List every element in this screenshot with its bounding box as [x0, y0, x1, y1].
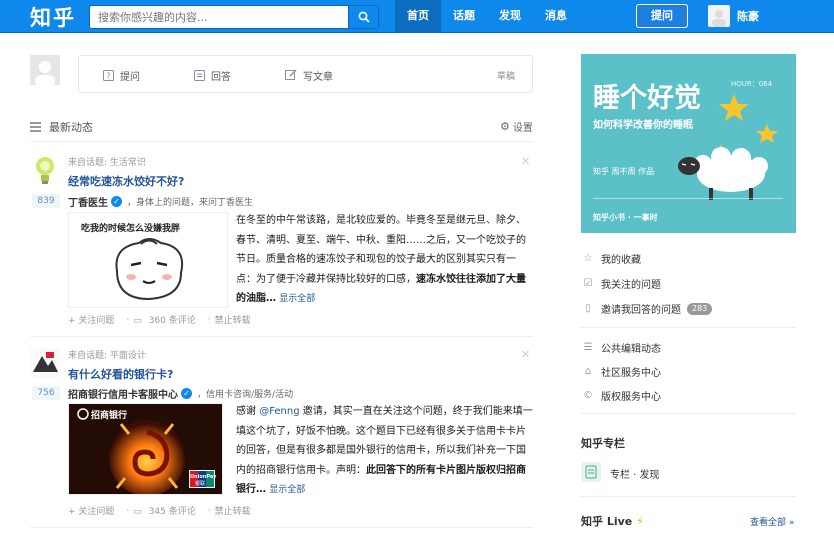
user-menu[interactable]: 陈豪 — [708, 5, 759, 27]
bank-name: 招商银行 — [91, 411, 128, 421]
divider — [30, 141, 533, 142]
divider — [30, 527, 533, 528]
search-input[interactable] — [90, 6, 348, 28]
topic-avatar[interactable] — [30, 155, 60, 185]
promo-author: 知乎 周不周 作品 — [593, 167, 655, 176]
answer-excerpt[interactable]: 感谢 @Fenng 邀请，其实一直在关注这个问题，终于我们能来填一填这个坑了，好… — [236, 402, 534, 501]
question-title[interactable]: 有什么好看的银行卡? — [68, 366, 173, 382]
column-discover-link[interactable]: 专栏 · 发现 — [610, 466, 660, 481]
sidebar-item-public-edits[interactable]: ☰ 公共编辑动态 — [581, 340, 661, 355]
answer-author: 丁香医生 ✓ ，身体上的问题，来问丁香医生 — [68, 194, 253, 209]
compose-write[interactable]: 写文章 — [285, 56, 333, 94]
verified-icon: ✓ — [181, 388, 192, 399]
item-actions: + 关注问题 · ▭ 345 条评论 · 禁止转载 — [68, 504, 251, 518]
search-icon — [358, 11, 370, 23]
divider — [30, 336, 533, 337]
search-box — [89, 5, 379, 29]
svg-text:?: ? — [106, 71, 110, 80]
verified-icon: ✓ — [111, 196, 122, 207]
divider — [581, 413, 796, 414]
avatar — [708, 5, 730, 27]
close-icon[interactable]: ✕ — [521, 155, 530, 168]
column-icon — [581, 462, 601, 482]
comment-icon: ▭ — [133, 316, 142, 326]
check-square-icon: ☑ — [583, 278, 593, 289]
vote-count[interactable]: 839 — [32, 194, 60, 208]
nav-home[interactable]: 首页 — [395, 0, 441, 33]
answer-author: 招商银行信用卡客服中心 ✓ ，信用卡咨询/服务/活动 — [68, 386, 293, 401]
composer-bar: ? 提问 回答 写文章 草稿 — [78, 55, 533, 93]
compose-ask[interactable]: ? 提问 — [103, 56, 140, 94]
nav-explore[interactable]: 发现 — [487, 0, 533, 33]
author-bio: ，身体上的问题，来问丁香医生 — [127, 198, 254, 208]
author-bio: ，信用卡咨询/服务/活动 — [197, 390, 294, 400]
comments-link[interactable]: ▭ 360 条评论 — [133, 313, 199, 326]
promo-banner[interactable]: 睡个好觉 HOUR：064 如何科学改善你的睡眠 知乎 周不周 作品 知乎小书 … — [581, 54, 796, 233]
sidebar-item-community[interactable]: ⌂ 社区服务中心 — [581, 364, 661, 379]
composer-avatar — [30, 55, 60, 85]
lightning-icon: ⚡ — [636, 515, 644, 528]
lightbulb-icon — [36, 157, 54, 184]
close-icon[interactable]: ✕ — [521, 348, 530, 361]
answer-excerpt[interactable]: 在冬至的中午常该路，是北较应爱的。毕竟冬至是继元旦、除夕、春节、清明、夏至、端午… — [236, 211, 534, 310]
invitation-count-badge: 283 — [687, 302, 713, 315]
column-heading[interactable]: 知乎专栏 — [581, 435, 625, 451]
author-name[interactable]: 丁香医生 — [68, 194, 108, 209]
nav-messages[interactable]: 消息 — [533, 0, 579, 33]
comments-link[interactable]: ▭ 345 条评论 — [133, 504, 199, 517]
topic-source[interactable]: 来自话题: 生活常识 — [68, 155, 146, 168]
copyright-icon: © — [583, 390, 593, 401]
follow-question[interactable]: + 关注问题 — [68, 504, 118, 517]
sheep-illustration — [678, 94, 778, 200]
follow-question[interactable]: + 关注问题 — [68, 313, 118, 326]
design-icon — [30, 348, 60, 378]
list-icon: ☰ — [583, 342, 593, 353]
compose-answer[interactable]: 回答 — [194, 56, 231, 94]
show-more-link[interactable]: 显示全部 — [269, 485, 305, 495]
live-heading[interactable]: 知乎 Live ⚡ — [581, 513, 644, 529]
question-icon: ? — [103, 69, 114, 81]
pencil-icon — [285, 69, 297, 80]
feed-title: 最新动态 — [30, 119, 93, 135]
unionpay-logo-cn: 银联 — [195, 481, 206, 487]
star-icon: ☆ — [583, 253, 593, 264]
comment-icon: ▭ — [133, 507, 142, 517]
main-nav: 首页 话题 发现 消息 — [395, 0, 579, 33]
vote-count[interactable]: 756 — [32, 386, 60, 400]
meme-illustration — [115, 238, 183, 301]
zhihu-logo[interactable]: 知乎 — [30, 2, 76, 32]
promo-divider — [593, 198, 783, 199]
nav-topics[interactable]: 话题 — [441, 0, 487, 33]
ask-button[interactable]: 提问 — [636, 4, 688, 28]
gear-icon: ⚙ — [500, 120, 510, 133]
view-all-live-link[interactable]: 查看全部 » — [750, 515, 794, 528]
item-actions: + 关注问题 · ▭ 360 条评论 · 禁止转载 — [68, 313, 251, 327]
sidebar-item-collections[interactable]: ☆ 我的收藏 — [581, 251, 641, 266]
author-name[interactable]: 招商银行信用卡客服中心 — [68, 386, 178, 401]
mention-link[interactable]: @Fenng — [259, 406, 299, 417]
feed-settings[interactable]: ⚙ 设置 — [500, 119, 533, 134]
sidebar-item-copyright[interactable]: © 版权服务中心 — [581, 388, 661, 403]
no-repost-label: 禁止转载 — [214, 507, 251, 517]
sidebar-item-invitations[interactable]: ▯ 邀请我回答的问题 283 — [581, 301, 713, 316]
top-bar: 知乎 首页 话题 发现 消息 提问 陈豪 — [0, 0, 834, 33]
answer-thumbnail[interactable]: 吃我的时候怎么没嫌我胖 — [68, 212, 228, 308]
answer-icon — [194, 69, 205, 81]
show-more-link[interactable]: 显示全部 — [279, 294, 315, 304]
question-title[interactable]: 经常吃速冻水饺好不好? — [68, 173, 184, 189]
bank-card-image[interactable]: 招商银行 UnionPay 银联 — [68, 403, 223, 495]
doc-icon: ▯ — [585, 303, 591, 314]
promo-brand: 知乎小书 · 一事时 — [593, 213, 658, 222]
search-button[interactable] — [348, 6, 378, 28]
divider — [581, 496, 796, 497]
topic-avatar[interactable] — [30, 348, 60, 378]
sidebar-item-followed-questions[interactable]: ☑ 我关注的问题 — [581, 276, 661, 291]
compose-drafts[interactable]: 草稿 — [497, 56, 515, 94]
user-name: 陈豪 — [737, 10, 759, 23]
feed-icon — [30, 122, 41, 132]
home-icon: ⌂ — [584, 366, 592, 377]
no-repost-label: 禁止转载 — [214, 316, 251, 326]
topic-source[interactable]: 来自话题: 平面设计 — [68, 348, 146, 361]
divider — [581, 327, 796, 328]
